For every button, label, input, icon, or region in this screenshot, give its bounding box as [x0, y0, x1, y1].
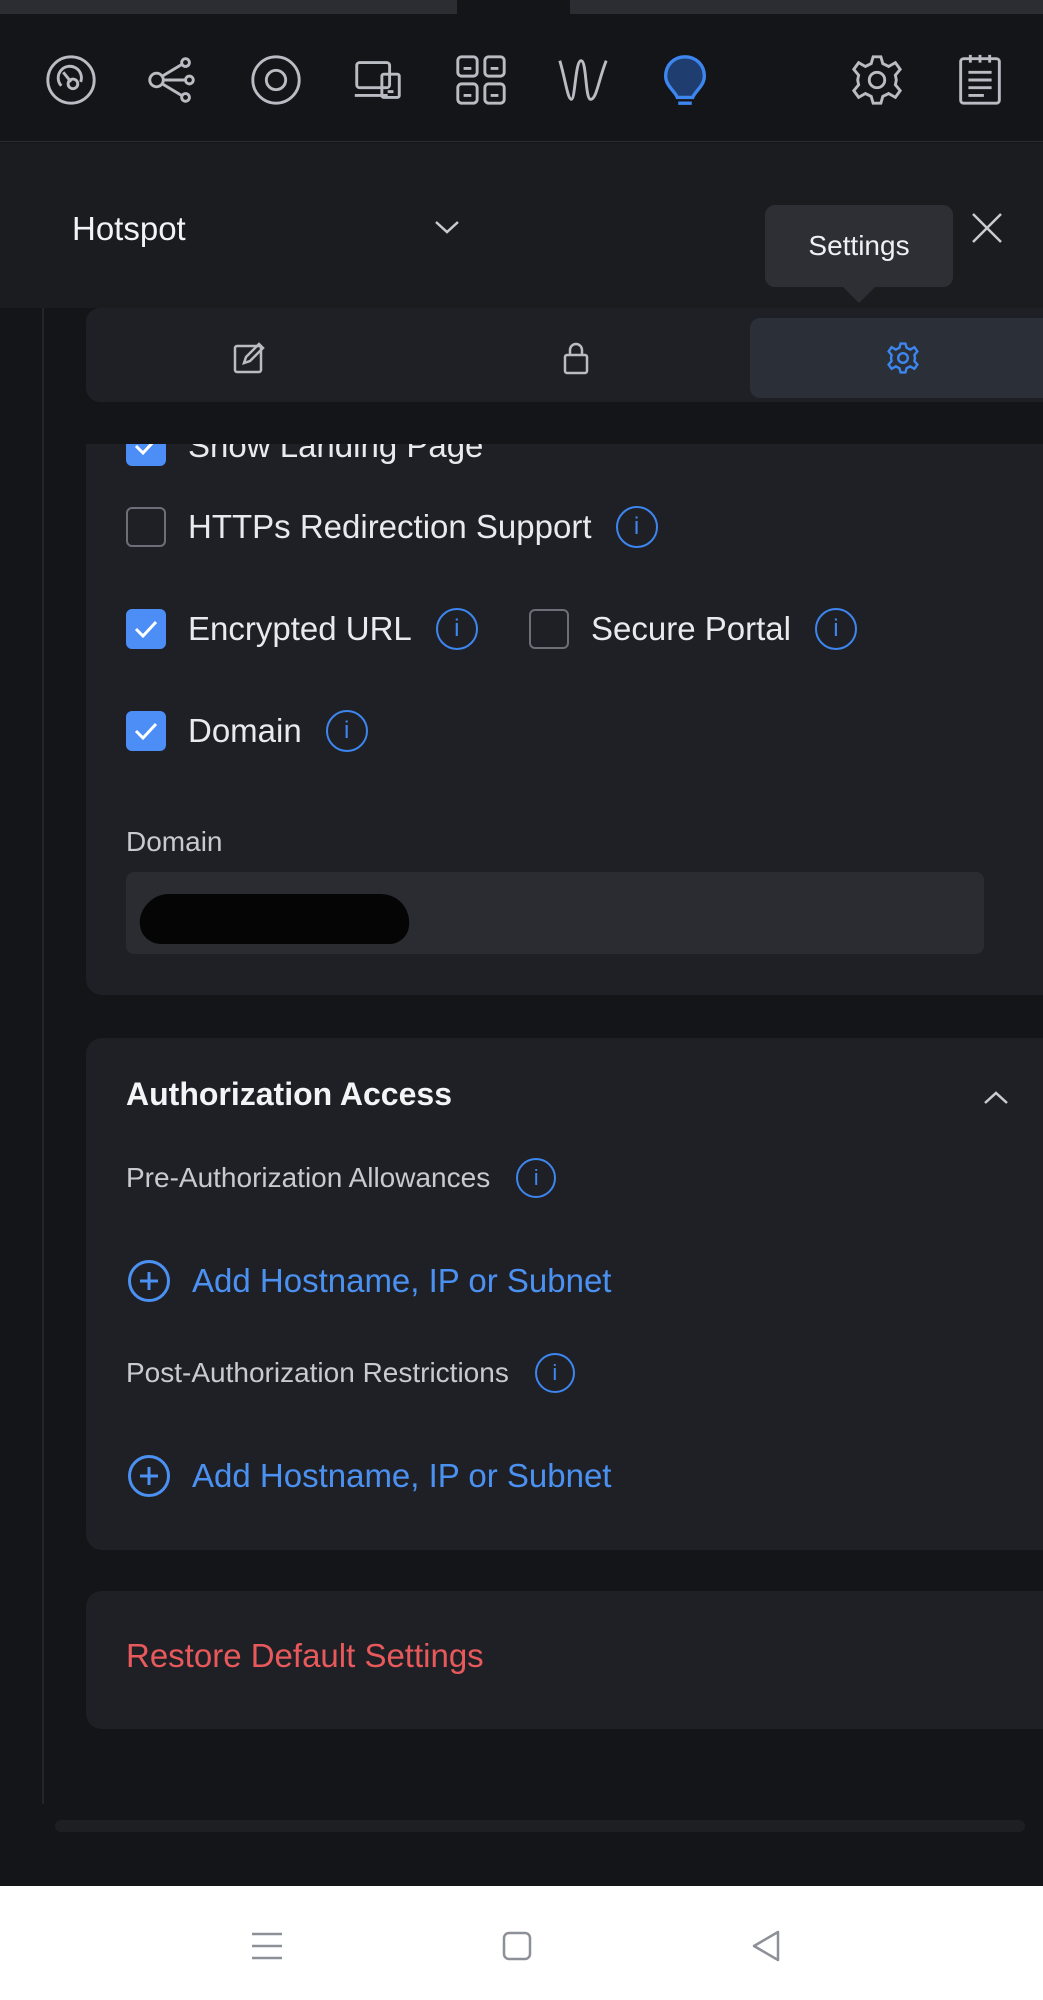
chevron-down-icon — [432, 217, 462, 242]
tab-security[interactable] — [423, 318, 728, 398]
menu-icon[interactable] — [237, 1916, 297, 1976]
domain-checkbox-label: Domain — [188, 712, 302, 749]
add-pre-authorization-label: Add Hostname, IP or Subnet — [192, 1262, 612, 1299]
window-tab-left — [0, 0, 457, 14]
redacted-value — [136, 894, 414, 944]
domain-checkbox[interactable] — [126, 711, 166, 751]
tab-general[interactable] — [96, 318, 401, 398]
domain-row[interactable]: Domain i — [126, 707, 368, 755]
secure-portal-row[interactable]: Secure Portal i — [529, 605, 857, 653]
settings-panel: Show Landing Page HTTPs Redirection Supp… — [42, 308, 1043, 1804]
insights-icon[interactable] — [653, 48, 717, 112]
collapse-button[interactable] — [976, 1078, 1016, 1118]
plus-circle-icon — [128, 1260, 170, 1302]
network-name: Hotspot — [72, 210, 186, 247]
check-icon — [134, 444, 154, 456]
portal-options-card: Show Landing Page HTTPs Redirection Supp… — [86, 444, 1043, 995]
section-tabs — [86, 308, 1043, 402]
client-devices-icon[interactable] — [346, 48, 410, 112]
https-redirection-label: HTTPs Redirection Support — [188, 508, 592, 545]
horizontal-scrollbar[interactable] — [55, 1820, 1025, 1832]
dashboard-icon[interactable] — [39, 48, 103, 112]
domain-input[interactable] — [126, 872, 984, 954]
info-icon[interactable]: i — [325, 710, 368, 752]
lock-icon — [563, 342, 588, 375]
edit-icon — [233, 342, 265, 374]
close-button[interactable] — [962, 203, 1012, 253]
https-redirection-checkbox[interactable] — [126, 507, 166, 547]
gear-icon — [886, 342, 919, 374]
apps-icon[interactable] — [449, 48, 513, 112]
unifi-devices-icon[interactable] — [244, 48, 308, 112]
tooltip-text: Settings — [808, 230, 910, 261]
post-authorization-text: Post-Authorization Restrictions — [126, 1357, 509, 1388]
add-post-authorization-label: Add Hostname, IP or Subnet — [192, 1457, 612, 1494]
add-post-authorization-button[interactable]: Add Hostname, IP or Subnet — [128, 1455, 611, 1497]
tab-settings[interactable] — [750, 318, 1043, 398]
window-top-strip — [0, 0, 1043, 14]
info-icon[interactable]: i — [435, 608, 478, 650]
authorization-access-card: Authorization Access Pre-Authorization A… — [86, 1038, 1043, 1550]
https-redirection-row[interactable]: HTTPs Redirection Support i — [126, 503, 658, 551]
secure-portal-label: Secure Portal — [591, 610, 791, 647]
wifiman-icon[interactable] — [551, 48, 615, 112]
encrypted-url-row[interactable]: Encrypted URL i — [126, 605, 478, 653]
pre-authorization-label: Pre-Authorization Allowances i — [126, 1158, 557, 1198]
plus-circle-icon — [128, 1455, 170, 1497]
domain-field-label: Domain — [126, 826, 223, 857]
close-icon — [972, 213, 1002, 243]
window-tab-right — [570, 0, 1043, 14]
system-nav-bar — [0, 1886, 1043, 2000]
topology-icon[interactable] — [140, 48, 204, 112]
main-toolbar — [0, 14, 1043, 142]
settings-icon[interactable] — [845, 48, 909, 112]
info-icon[interactable]: i — [534, 1353, 575, 1393]
logs-icon[interactable] — [948, 48, 1012, 112]
home-icon[interactable] — [487, 1916, 547, 1976]
post-authorization-label: Post-Authorization Restrictions i — [126, 1353, 575, 1393]
encrypted-url-checkbox[interactable] — [126, 609, 166, 649]
add-pre-authorization-button[interactable]: Add Hostname, IP or Subnet — [128, 1260, 611, 1302]
check-icon — [134, 620, 158, 639]
network-select[interactable]: Hotspot — [72, 203, 462, 255]
restore-default-settings-button[interactable]: Restore Default Settings — [126, 1637, 484, 1675]
info-icon[interactable]: i — [615, 506, 658, 548]
show-landing-page-row[interactable]: Show Landing Page — [126, 444, 483, 470]
secure-portal-checkbox[interactable] — [529, 609, 569, 649]
back-icon[interactable] — [736, 1916, 796, 1976]
settings-tooltip: Settings — [765, 205, 953, 303]
check-icon — [134, 722, 158, 741]
chevron-up-icon — [984, 1091, 1008, 1104]
pre-authorization-text: Pre-Authorization Allowances — [126, 1162, 491, 1193]
encrypted-url-label: Encrypted URL — [188, 610, 412, 647]
info-icon[interactable]: i — [516, 1158, 557, 1198]
show-landing-page-checkbox[interactable] — [126, 444, 166, 466]
info-icon[interactable]: i — [814, 608, 857, 650]
authorization-title: Authorization Access — [126, 1076, 452, 1112]
restore-card: Restore Default Settings — [86, 1591, 1043, 1729]
show-landing-page-label: Show Landing Page — [188, 444, 484, 464]
